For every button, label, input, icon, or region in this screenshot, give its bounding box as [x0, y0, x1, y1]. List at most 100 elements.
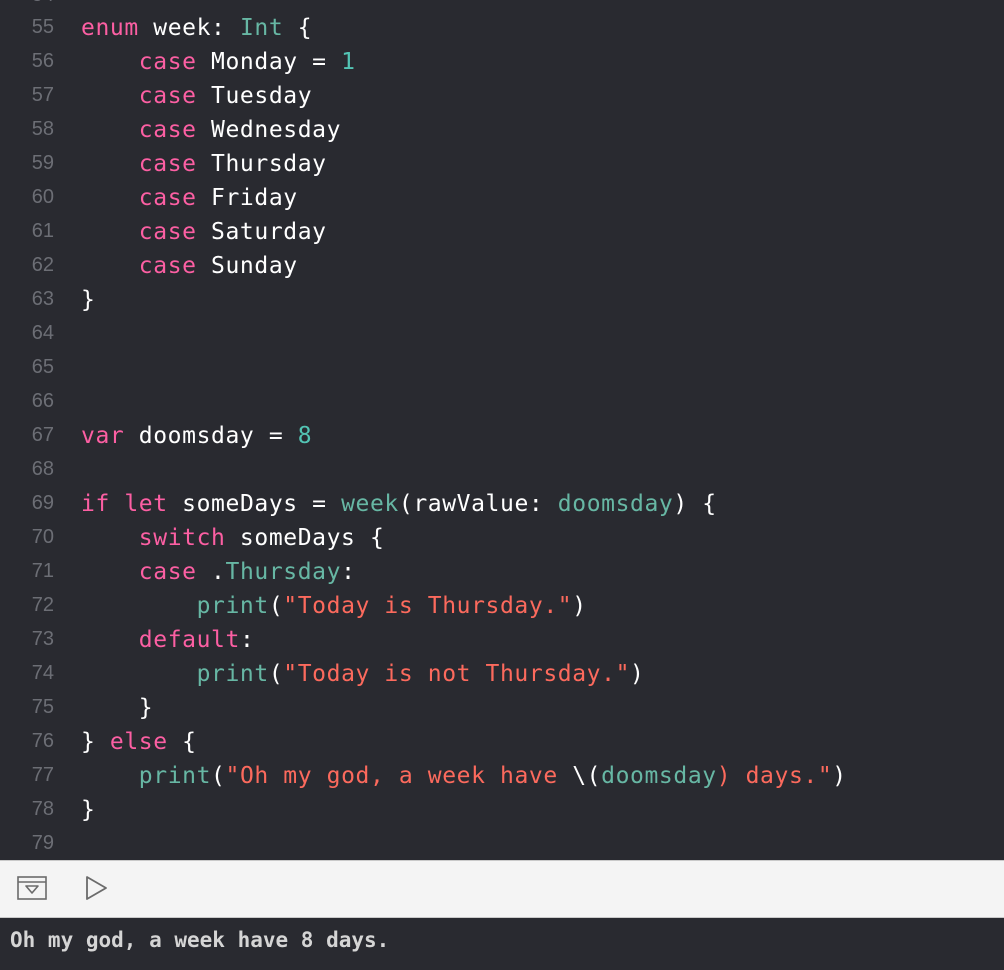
- code-token: print: [138, 763, 212, 789]
- code-text: case Friday: [81, 185, 298, 211]
- code-token: Monday =: [196, 49, 342, 75]
- code-line[interactable]: 78}: [0, 795, 1004, 829]
- code-token: let: [124, 491, 168, 517]
- code-line[interactable]: 58 case Wednesday: [0, 115, 1004, 149]
- code-token: \(: [572, 763, 602, 789]
- code-token: ) days.": [716, 763, 833, 789]
- line-number: 71: [31, 560, 54, 582]
- code-line[interactable]: 57 case Tuesday: [0, 81, 1004, 115]
- code-line[interactable]: 69 if let someDays = week(rawValue: dooms…: [0, 489, 1004, 523]
- line-number: 64: [31, 322, 54, 344]
- code-token: someDays {: [225, 525, 385, 551]
- code-line[interactable]: 74 print("Today is not Thursday."): [0, 659, 1004, 693]
- code-token: Thursday: [225, 559, 342, 585]
- hide-debug-area-button[interactable]: [16, 875, 48, 905]
- line-number: 63: [31, 288, 54, 310]
- console-output-area[interactable]: Oh my god, a week have 8 days.: [0, 918, 1004, 970]
- code-line[interactable]: 65: [0, 353, 1004, 387]
- code-line[interactable]: 67 var doomsday = 8: [0, 421, 1004, 455]
- line-number: 66: [31, 390, 54, 412]
- code-text: case Saturday: [81, 219, 327, 245]
- code-token: week: [341, 491, 399, 517]
- debug-toolbar: [0, 860, 1004, 918]
- code-text: case Thursday: [81, 151, 327, 177]
- code-line[interactable]: 60 case Friday: [0, 183, 1004, 217]
- code-token: ) {: [673, 491, 717, 517]
- code-line[interactable]: 62 case Sunday: [0, 251, 1004, 285]
- code-line[interactable]: 63}: [0, 285, 1004, 319]
- code-token: Int: [239, 15, 284, 41]
- line-number: 68: [31, 458, 54, 480]
- code-token: case: [138, 151, 197, 177]
- line-number: 78: [31, 798, 54, 820]
- code-line[interactable]: 64: [0, 319, 1004, 353]
- code-token: Thursday: [196, 151, 327, 177]
- code-text: enum week: Int {: [81, 15, 312, 41]
- code-token: print: [196, 661, 269, 687]
- code-token: case: [138, 219, 197, 245]
- code-token: Friday: [196, 185, 298, 211]
- code-token: case: [138, 185, 197, 211]
- code-text: switch someDays {: [81, 525, 384, 551]
- code-token: case: [138, 559, 197, 585]
- code-token: week:: [138, 15, 240, 41]
- code-text: print("Oh my god, a week have \(doomsday…: [81, 763, 847, 789]
- code-text: case Monday = 1: [81, 49, 356, 75]
- code-text: print("Today is Thursday."): [81, 593, 587, 619]
- code-text: case Wednesday: [81, 117, 341, 143]
- hide-debug-area-icon: [17, 875, 47, 905]
- code-token: doomsday: [601, 763, 717, 789]
- code-line[interactable]: 55 enum week: Int {: [0, 13, 1004, 47]
- code-token: Tuesday: [196, 83, 313, 109]
- code-line[interactable]: 70 switch someDays {: [0, 523, 1004, 557]
- code-token: if: [81, 491, 110, 517]
- code-line[interactable]: 77 print("Oh my god, a week have \(dooms…: [0, 761, 1004, 795]
- code-editor[interactable]: 54 55enum week: Int {56 case Monday = 15…: [0, 0, 1004, 860]
- code-line[interactable]: 75 }: [0, 693, 1004, 727]
- line-number: 79: [31, 832, 54, 854]
- code-token: ): [832, 763, 847, 789]
- code-line[interactable]: 76} else {: [0, 727, 1004, 761]
- code-text: case Tuesday: [81, 83, 312, 109]
- code-token: {: [167, 729, 197, 755]
- code-line[interactable]: 56 case Monday = 1: [0, 47, 1004, 81]
- line-number: 59: [31, 152, 54, 174]
- run-playground-button[interactable]: [80, 875, 112, 905]
- code-token: switch: [138, 525, 226, 551]
- code-line[interactable]: 71 case .Thursday:: [0, 557, 1004, 591]
- code-token: }: [81, 695, 154, 721]
- line-number: 61: [31, 220, 54, 242]
- code-line[interactable]: 66: [0, 387, 1004, 421]
- line-number: 74: [31, 662, 54, 684]
- line-number: 77: [31, 764, 54, 786]
- code-token: (: [268, 593, 284, 619]
- code-token: 1: [341, 49, 356, 75]
- code-token: ): [572, 593, 587, 619]
- code-token: .: [196, 559, 226, 585]
- code-token: }: [81, 797, 96, 823]
- line-number: 73: [31, 628, 54, 650]
- code-token: (: [211, 763, 226, 789]
- code-line[interactable]: 73 default:: [0, 625, 1004, 659]
- code-line[interactable]: 72 print("Today is Thursday."): [0, 591, 1004, 625]
- code-line[interactable]: 59 case Thursday: [0, 149, 1004, 183]
- console-output-text: Oh my god, a week have 8 days.: [10, 928, 390, 952]
- line-number: 69: [31, 492, 54, 514]
- code-token: someDays =: [167, 491, 342, 517]
- code-line[interactable]: 79: [0, 829, 1004, 860]
- code-token: doomsday =: [124, 423, 298, 449]
- code-line[interactable]: 68: [0, 455, 1004, 489]
- run-playground-icon: [83, 874, 109, 907]
- code-token: case: [138, 117, 197, 143]
- code-text: }: [81, 797, 95, 823]
- code-text: } else {: [81, 729, 197, 755]
- code-token: enum: [81, 15, 139, 41]
- code-line[interactable]: 61 case Saturday: [0, 217, 1004, 251]
